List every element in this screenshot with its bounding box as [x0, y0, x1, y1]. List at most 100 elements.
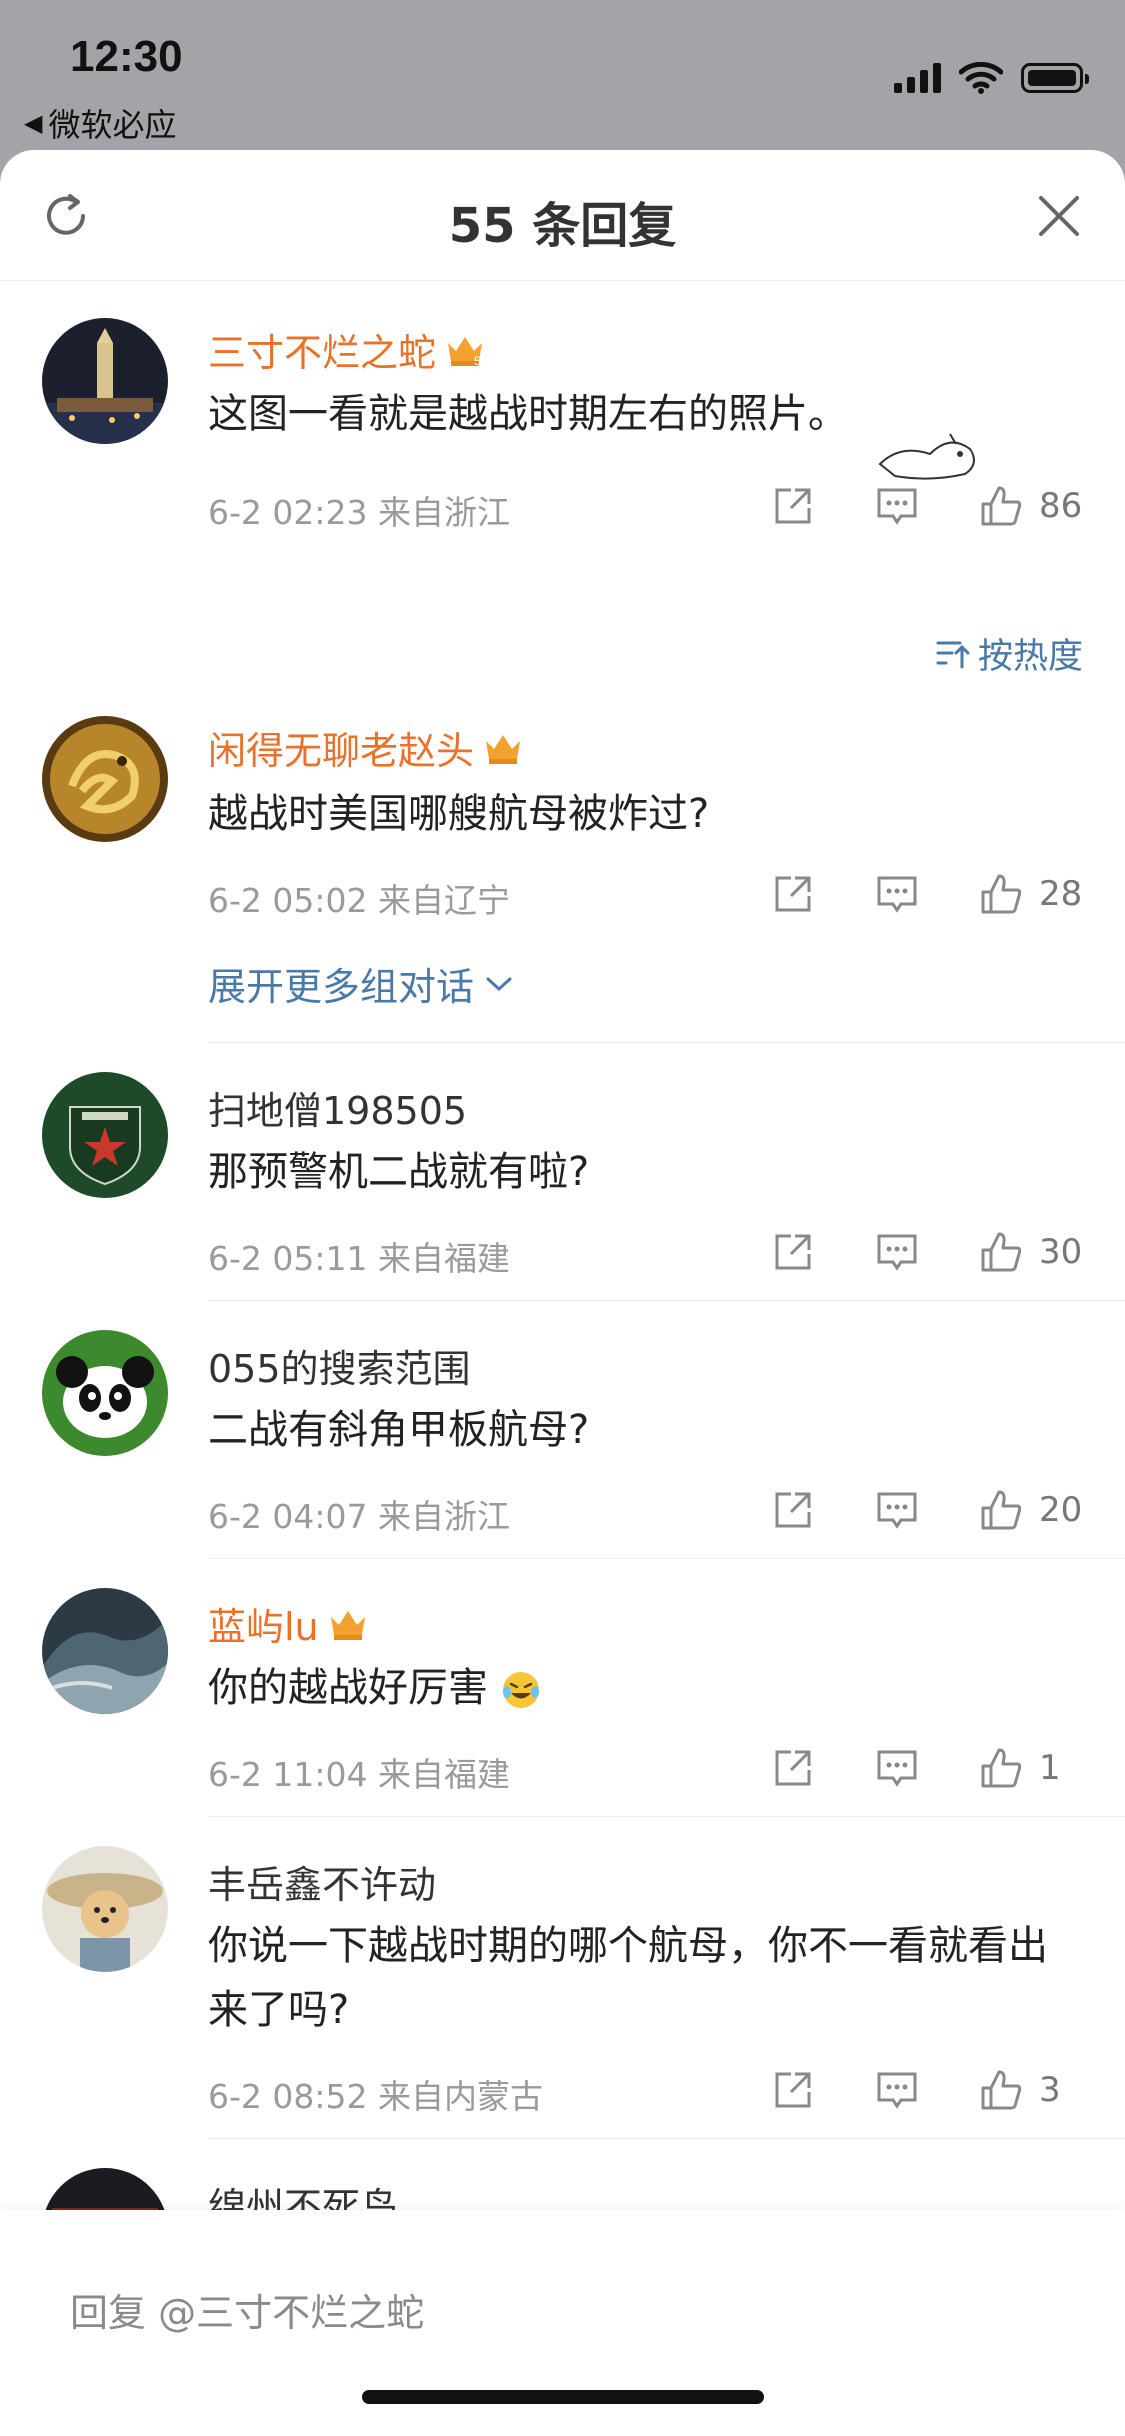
comment-author[interactable]: 三寸不烂之蛇 5	[208, 322, 486, 377]
comment-author[interactable]: 扫地僧198505	[208, 1080, 467, 1135]
comment-text: 那预警机二战就有啦?	[208, 1149, 590, 1195]
comment-author[interactable]: 丰岳鑫不许动	[208, 1854, 436, 1909]
comment-location: 来自浙江	[378, 493, 510, 532]
vip-crown-icon	[330, 1610, 365, 1640]
replies-sheet: 55 条回复 三寸不烂之蛇 5 这图一看就是越战时期左右的照片。 6-2 02:…	[0, 150, 1125, 2436]
reply-input[interactable]: 回复 @三寸不烂之蛇	[70, 2282, 424, 2337]
sheet-title: 55 条回复	[448, 198, 677, 254]
status-bar: 12:30 ◀ 微软必应	[0, 0, 1125, 150]
vip-level: 5	[474, 354, 481, 368]
like-count: 3	[1039, 2070, 1061, 2110]
comment-icon[interactable]	[875, 1488, 919, 1532]
comment-actions: 86	[771, 484, 1083, 528]
comment-author[interactable]: 055的搜索范围	[208, 1338, 471, 1393]
comment-icon[interactable]	[875, 1230, 919, 1274]
share-icon[interactable]	[771, 1746, 815, 1790]
home-indicator[interactable]	[362, 2390, 764, 2404]
like-icon[interactable]	[979, 1488, 1023, 1532]
comment-time: 6-2 04:07	[208, 1497, 368, 1536]
divider	[208, 2138, 1125, 2139]
divider	[208, 1816, 1125, 1817]
share-icon[interactable]	[771, 484, 815, 528]
comment-actions: 1	[771, 1746, 1083, 1790]
like-count: 20	[1039, 1490, 1083, 1530]
like-count: 30	[1039, 1232, 1083, 1272]
comment-text: 你的越战好厉害	[208, 1656, 1085, 1720]
sheet-header: 55 条回复	[0, 150, 1125, 281]
comment-actions: 3	[771, 2068, 1083, 2112]
dog-sticker-icon	[878, 433, 975, 480]
comment-icon[interactable]	[875, 484, 919, 528]
like-icon[interactable]	[979, 1230, 1023, 1274]
vip-crown-icon	[486, 734, 521, 764]
comment-location: 来自辽宁	[378, 881, 510, 920]
comment-icon[interactable]	[875, 872, 919, 916]
comment-meta: 6-2 11:04 来自福建	[208, 1748, 510, 1796]
back-triangle-icon: ◀	[24, 109, 43, 137]
vip-crown-icon: 5	[448, 336, 483, 368]
divider	[208, 1558, 1125, 1559]
comment-location: 来自福建	[378, 1755, 510, 1794]
comment-icon[interactable]	[875, 1746, 919, 1790]
comment-author[interactable]: 蓝屿lu	[208, 1596, 369, 1651]
comment-text: 你说一下越战时期的哪个航母，你不一看就看出来了吗?	[208, 1923, 1048, 2033]
like-count: 1	[1039, 1748, 1061, 1788]
comment-actions: 20	[771, 1488, 1083, 1532]
comment-actions: 30	[771, 1230, 1083, 1274]
comment-meta: 6-2 05:11 来自福建	[208, 1232, 510, 1280]
like-icon[interactable]	[979, 484, 1023, 528]
comment-actions: 28	[771, 872, 1083, 916]
comment-time: 6-2 05:11	[208, 1239, 368, 1278]
wifi-icon	[959, 62, 1003, 94]
comment-author-name: 扫地僧198505	[208, 1089, 468, 1133]
status-icons	[894, 62, 1089, 94]
share-icon[interactable]	[771, 1230, 815, 1274]
avatar[interactable]	[42, 1072, 168, 1198]
close-icon[interactable]	[1037, 194, 1081, 238]
back-to-app-link[interactable]: ◀ 微软必应	[24, 100, 176, 146]
avatar[interactable]	[42, 318, 168, 444]
laugh-cry-emoji-icon	[502, 1672, 539, 1708]
divider	[208, 1042, 1125, 1043]
comment-text-content: 你的越战好厉害	[208, 1665, 488, 1711]
comment-icon[interactable]	[875, 2068, 919, 2112]
like-icon[interactable]	[979, 1746, 1023, 1790]
comment-time: 6-2 11:04	[208, 1755, 368, 1794]
comment-time: 6-2 05:02	[208, 881, 368, 920]
status-time: 12:30	[70, 32, 183, 81]
comment-meta: 6-2 08:52 来自内蒙古	[208, 2070, 543, 2118]
back-app-label: 微软必应	[48, 106, 177, 144]
comment-author[interactable]: 闲得无聊老赵头	[208, 720, 524, 775]
share-icon[interactable]	[771, 872, 815, 916]
avatar[interactable]	[42, 1588, 168, 1714]
share-icon[interactable]	[771, 1488, 815, 1532]
share-icon[interactable]	[771, 2068, 815, 2112]
comment-location: 来自福建	[378, 1239, 510, 1278]
avatar[interactable]	[42, 1330, 168, 1456]
comment-author-name: 丰岳鑫不许动	[208, 1863, 437, 1907]
avatar[interactable]	[42, 1846, 168, 1972]
comment-meta: 6-2 02:23 来自浙江	[208, 486, 510, 534]
comment-author-name: 三寸不烂之蛇	[208, 331, 437, 375]
comment-meta: 6-2 05:02 来自辽宁	[208, 874, 510, 922]
cellular-signal-icon	[894, 63, 941, 93]
like-icon[interactable]	[979, 2068, 1023, 2112]
comment-meta: 6-2 04:07 来自浙江	[208, 1490, 510, 1538]
sort-by-hot-button[interactable]: 按热度	[934, 628, 1083, 679]
comment-time: 6-2 08:52	[208, 2077, 368, 2116]
comment-time: 6-2 02:23	[208, 493, 368, 532]
like-count: 28	[1039, 874, 1083, 914]
sort-icon	[936, 641, 970, 668]
comment-author-name: 055的搜索范围	[208, 1347, 471, 1391]
like-count: 86	[1039, 486, 1083, 526]
chevron-down-icon	[486, 977, 512, 991]
comment-author-name: 蓝屿lu	[208, 1605, 319, 1649]
divider	[208, 1300, 1125, 1301]
expand-more-conversations-link[interactable]: 展开更多组对话	[208, 956, 514, 1011]
like-icon[interactable]	[979, 872, 1023, 916]
comment-author-name: 闲得无聊老赵头	[208, 729, 475, 773]
comment-text: 越战时美国哪艘航母被炸过?	[208, 791, 710, 837]
avatar[interactable]	[42, 716, 168, 842]
expand-label: 展开更多组对话	[208, 965, 475, 1009]
comment-location: 来自内蒙古	[378, 2077, 543, 2116]
